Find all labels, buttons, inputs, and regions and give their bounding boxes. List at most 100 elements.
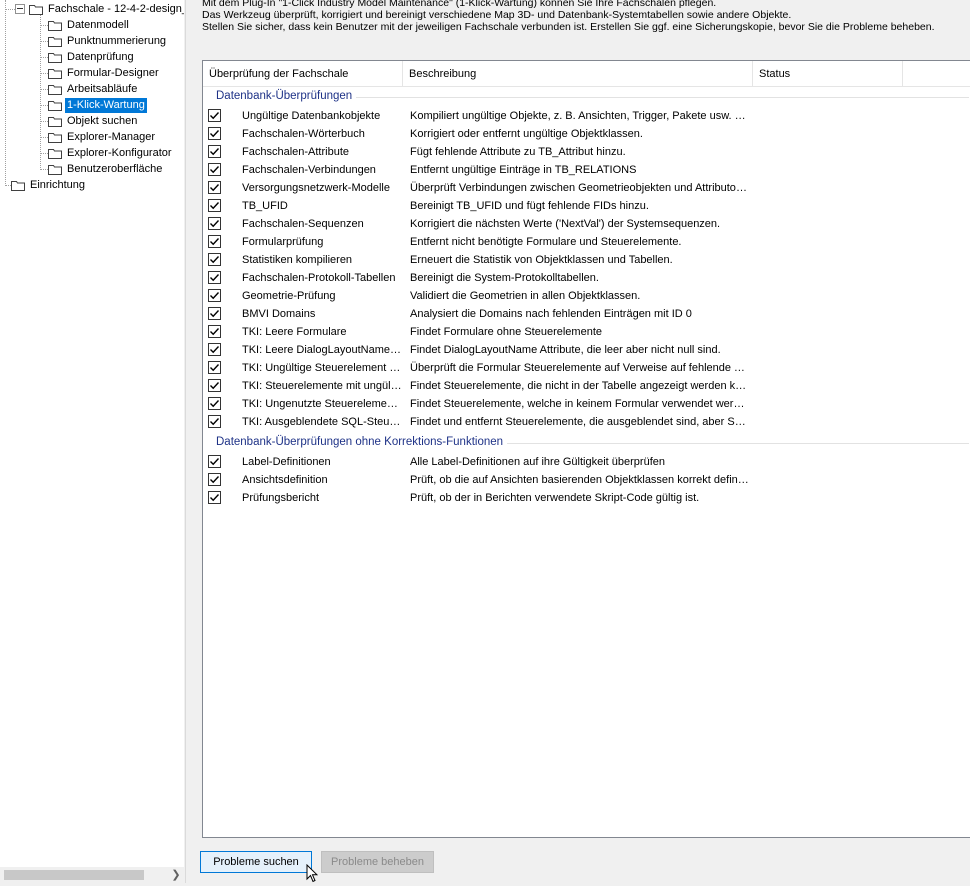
row-checkbox[interactable]: [208, 235, 221, 248]
list-item[interactable]: Geometrie-Prüfung Validiert die Geometrie…: [203, 287, 963, 305]
check-name: BMVI Domains: [242, 308, 316, 320]
row-checkbox[interactable]: [208, 145, 221, 158]
tree-item[interactable]: Benutzeroberfläche: [48, 162, 164, 177]
row-checkbox[interactable]: [208, 199, 221, 212]
list-item[interactable]: Fachschalen-Wörterbuch Korrigiert oder en…: [203, 125, 963, 143]
check-description: Prüft, ob die auf Ansichten basierenden …: [410, 474, 750, 486]
list-item[interactable]: Fachschalen-Sequenzen Korrigiert die näch…: [203, 215, 963, 233]
folder-icon: [29, 4, 43, 15]
check-name: TKI: Ungenutzte Steuerelemente: [242, 398, 402, 410]
list-item[interactable]: TKI: Leere Formulare Findet Formulare ohn…: [203, 323, 963, 341]
check-description: Korrigiert oder entfernt ungültige Objek…: [410, 128, 643, 140]
row-checkbox[interactable]: [208, 253, 221, 266]
list-item[interactable]: Fachschalen-Protokoll-Tabellen Bereinigt …: [203, 269, 963, 287]
row-checkbox[interactable]: [208, 455, 221, 468]
check-description: Analysiert die Domains nach fehlenden Ei…: [410, 308, 692, 320]
column-header-row: Überprüfung der Fachschale Beschreibung …: [203, 61, 970, 87]
column-header-check[interactable]: Überprüfung der Fachschale: [203, 61, 403, 86]
check-description: Kompiliert ungültige Objekte, z. B. Ansi…: [410, 110, 750, 122]
check-name: TKI: Leere Formulare: [242, 326, 347, 338]
check-name: Fachschalen-Wörterbuch: [242, 128, 365, 140]
row-checkbox[interactable]: [208, 343, 221, 356]
list-item[interactable]: Ungültige Datenbankobjekte Kompiliert ung…: [203, 107, 963, 125]
row-checkbox[interactable]: [208, 379, 221, 392]
row-checkbox[interactable]: [208, 415, 221, 428]
tree-item[interactable]: Explorer-Manager: [48, 130, 157, 145]
list-item[interactable]: Versorgungsnetzwerk-Modelle Überprüft Ver…: [203, 179, 963, 197]
tree-item-label: Explorer-Manager: [67, 131, 156, 143]
row-checkbox[interactable]: [208, 181, 221, 194]
horizontal-scrollbar[interactable]: ❯: [0, 867, 184, 883]
tree-item-label: Datenprüfung: [67, 51, 134, 63]
tree-item[interactable]: 1-Klick-Wartung: [48, 98, 147, 113]
list-item[interactable]: Prüfungsbericht Prüft, ob der in Berichte…: [203, 489, 963, 507]
check-name: Fachschalen-Protokoll-Tabellen: [242, 272, 396, 284]
collapse-toggle[interactable]: [15, 4, 25, 14]
list-item[interactable]: Formularprüfung Entfernt nicht benötigte …: [203, 233, 963, 251]
list-item[interactable]: Fachschalen-Attribute Fügt fehlende Attri…: [203, 143, 963, 161]
row-checkbox[interactable]: [208, 127, 221, 140]
tree-view[interactable]: Fachschale - 12-4-2-design_ Datenmodell P…: [0, 0, 184, 883]
check-name: TKI: Leere DialogLayoutName ...: [242, 344, 402, 356]
tree-root-einrichtung[interactable]: Einrichtung: [11, 178, 87, 193]
list-item[interactable]: Fachschalen-Verbindungen Entfernt ungülti…: [203, 161, 963, 179]
tree-line: [40, 121, 48, 122]
row-checkbox[interactable]: [208, 271, 221, 284]
tree-line: [40, 105, 48, 106]
list-item[interactable]: BMVI Domains Analysiert die Domains nach …: [203, 305, 963, 323]
check-description: Findet und entfernt Steuerelemente, die …: [410, 416, 750, 428]
tree-item[interactable]: Datenprüfung: [48, 50, 136, 65]
row-checkbox[interactable]: [208, 163, 221, 176]
row-checkbox[interactable]: [208, 109, 221, 122]
list-item[interactable]: Statistiken kompilieren Erneuert die Stat…: [203, 251, 963, 269]
splitter[interactable]: [185, 0, 189, 883]
tree-item-label: Benutzeroberfläche: [67, 163, 163, 175]
tree-item[interactable]: Explorer-Konfigurator: [48, 146, 174, 161]
row-checkbox[interactable]: [208, 217, 221, 230]
tree-line: [5, 0, 6, 186]
group-header: Datenbank-Überprüfungen: [216, 90, 353, 102]
tree-item[interactable]: Arbeitsabläufe: [48, 82, 139, 97]
tree-item[interactable]: Objekt suchen: [48, 114, 139, 129]
list-item[interactable]: TB_UFID Bereinigt TB_UFID und fügt fehlen…: [203, 197, 963, 215]
row-checkbox[interactable]: [208, 491, 221, 504]
list-item[interactable]: TKI: Ausgeblendete SQL-Steue... Findet un…: [203, 413, 963, 431]
list-item[interactable]: Label-Definitionen Alle Label-Definitione…: [203, 453, 963, 471]
chevron-right-icon[interactable]: ❯: [168, 867, 184, 883]
column-header-status[interactable]: Status: [753, 61, 903, 86]
row-checkbox[interactable]: [208, 473, 221, 486]
list-item[interactable]: TKI: Ungenutzte Steuerelemente Findet Ste…: [203, 395, 963, 413]
tree-item-label: Datenmodell: [67, 19, 129, 31]
row-checkbox[interactable]: [208, 325, 221, 338]
row-checkbox[interactable]: [208, 289, 221, 302]
check-description: Entfernt nicht benötigte Formulare und S…: [410, 236, 682, 248]
tree-line: [40, 169, 48, 170]
list-item[interactable]: TKI: Steuerelemente mit ungülti... Findet…: [203, 377, 963, 395]
tree-line: [40, 137, 48, 138]
list-item[interactable]: TKI: Ungültige Steuerelement V... Überprü…: [203, 359, 963, 377]
folder-icon: [48, 100, 62, 111]
scrollbar-thumb[interactable]: [4, 870, 144, 880]
tree-item[interactable]: Formular-Designer: [48, 66, 161, 81]
row-checkbox[interactable]: [208, 307, 221, 320]
check-description: Findet Steuerelemente, welche in keinem …: [410, 398, 750, 410]
column-header-description[interactable]: Beschreibung: [403, 61, 753, 86]
tree-line: [40, 15, 41, 170]
list-item[interactable]: TKI: Leere DialogLayoutName ... Findet Di…: [203, 341, 963, 359]
check-description: Alle Label-Definitionen auf ihre Gültigk…: [410, 456, 665, 468]
tree-item[interactable]: Punktnummerierung: [48, 34, 168, 49]
row-checkbox[interactable]: [208, 397, 221, 410]
check-name: Geometrie-Prüfung: [242, 290, 336, 302]
check-name: Statistiken kompilieren: [242, 254, 353, 266]
tree-item[interactable]: Datenmodell: [48, 18, 131, 33]
tree-root-fachschale[interactable]: Fachschale - 12-4-2-design_: [29, 2, 184, 17]
check-name: Label-Definitionen: [242, 456, 331, 468]
folder-icon: [11, 180, 25, 191]
fix-problems-button[interactable]: Probleme beheben: [321, 851, 434, 873]
list-item[interactable]: Ansichtsdefinition Prüft, ob die auf Ansi…: [203, 471, 963, 489]
checks-list[interactable]: Überprüfung der Fachschale Beschreibung …: [202, 60, 970, 838]
tree-second-root-label: Einrichtung: [30, 179, 86, 191]
row-checkbox[interactable]: [208, 361, 221, 374]
check-description: Entfernt ungültige Einträge in TB_RELATI…: [410, 164, 637, 176]
find-problems-button[interactable]: Probleme suchen: [200, 851, 312, 873]
